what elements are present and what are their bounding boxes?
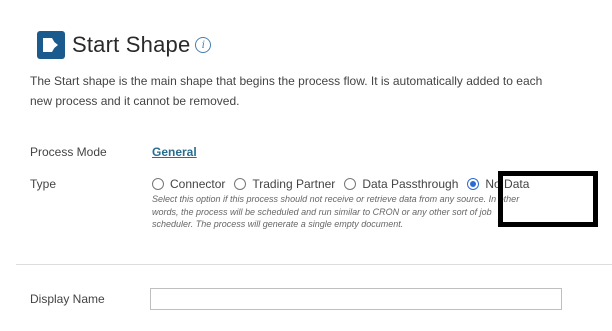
display-name-label: Display Name bbox=[30, 292, 105, 306]
radio-trading-partner[interactable]: Trading Partner bbox=[234, 177, 335, 191]
description-line-2: new process and it cannot be removed. bbox=[30, 94, 240, 108]
divider bbox=[16, 264, 612, 265]
radio-label: Data Passthrough bbox=[362, 177, 459, 191]
process-mode-link[interactable]: General bbox=[152, 145, 197, 159]
info-icon[interactable]: i bbox=[195, 37, 212, 53]
description-line-1: The Start shape is the main shape that b… bbox=[30, 74, 543, 88]
type-radio-group: Connector Trading Partner Data Passthrou… bbox=[152, 177, 538, 191]
page-header: Start Shape i bbox=[37, 28, 212, 62]
type-label: Type bbox=[30, 177, 57, 191]
start-shape-icon bbox=[37, 31, 65, 59]
process-mode-label: Process Mode bbox=[30, 145, 107, 159]
radio-data-passthrough[interactable]: Data Passthrough bbox=[344, 177, 458, 191]
page-title: Start Shape bbox=[72, 32, 191, 57]
type-help-text: Select this option if this process shoul… bbox=[152, 194, 520, 229]
radio-button[interactable] bbox=[344, 178, 357, 190]
radio-label: Trading Partner bbox=[252, 177, 336, 191]
highlight-annotation-box bbox=[498, 171, 598, 227]
radio-button[interactable] bbox=[234, 178, 247, 190]
description: The Start shape is the main shape that b… bbox=[30, 71, 612, 111]
radio-button[interactable] bbox=[152, 178, 164, 190]
radio-connector[interactable]: Connector bbox=[152, 177, 225, 191]
radio-label: Connector bbox=[170, 177, 226, 191]
radio-button-selected[interactable] bbox=[467, 178, 480, 190]
display-name-input[interactable] bbox=[150, 288, 562, 310]
